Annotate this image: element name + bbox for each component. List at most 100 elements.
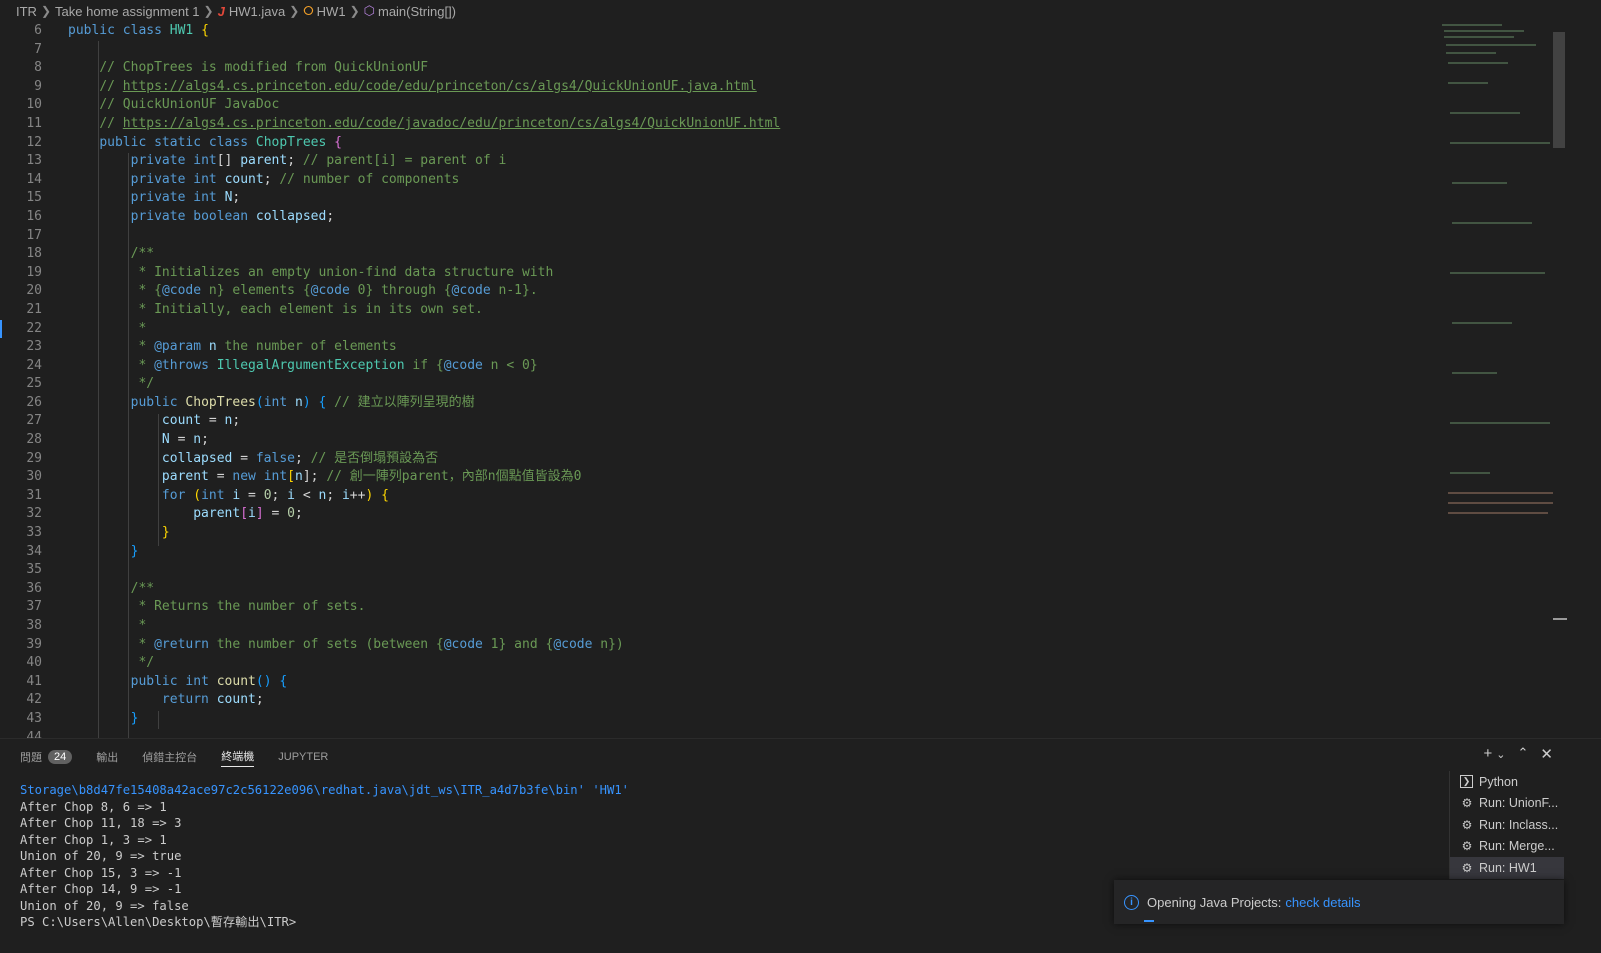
terminal-line: Storage\b8d47fe15408a42ace97c2c56122e096…: [20, 783, 630, 797]
code-line: // QuickUnionUF JavaDoc: [68, 96, 1428, 115]
code-token: collapsed: [255, 208, 327, 224]
terminal-line: After Chop 11, 18 => 3: [20, 816, 182, 830]
code-comment: [201, 339, 209, 354]
code-token: count: [161, 413, 202, 429]
chevron-right-icon: ❯: [40, 4, 52, 18]
maximize-panel-icon[interactable]: ⌃: [1518, 745, 1529, 763]
code-line: return count;: [68, 691, 1428, 710]
problems-count-badge: 24: [48, 750, 73, 764]
comment-link[interactable]: https://algs4.cs.princeton.edu/code/java…: [123, 116, 780, 131]
code-comment: *: [130, 636, 155, 652]
code-token: boolean: [193, 208, 249, 224]
code-token: int: [263, 394, 288, 410]
code-token: public: [99, 134, 147, 150]
tab-label: 輸出: [96, 752, 119, 764]
code-token: n: [193, 432, 202, 448]
code-comment: 1} and {: [482, 636, 554, 652]
code-token: N: [161, 432, 170, 448]
code-token: ;: [232, 413, 241, 429]
breadcrumb-item-folder[interactable]: Take home assignment 1: [55, 4, 200, 19]
code-comment: * {: [130, 283, 162, 299]
line-number: 36: [26, 580, 42, 596]
breadcrumb-item-file[interactable]: HW1.java: [229, 4, 285, 19]
code-token: ;: [295, 506, 303, 522]
code-token: {: [279, 673, 288, 689]
code-line: }: [68, 543, 1428, 562]
check-details-link[interactable]: check details: [1285, 895, 1360, 910]
code-line: /**: [68, 245, 1428, 264]
terminal-item-python[interactable]: ❯ Python: [1450, 771, 1564, 793]
class-icon: ⭘: [303, 3, 314, 18]
code-token: static: [154, 134, 202, 150]
panel-tabs: 問題 24 輸出 偵錯主控台 終端機 JUPYTER: [20, 747, 352, 767]
terminal-item-label: Run: Inclass...: [1479, 817, 1559, 832]
line-number: 15: [26, 190, 42, 206]
breadcrumb-item-method[interactable]: main(String[]): [378, 4, 456, 19]
terminal-item-run-inclass[interactable]: ⚙ Run: Inclass...: [1450, 814, 1564, 836]
info-icon: i: [1124, 894, 1139, 910]
code-comment: // 是否倒塌預設為否: [310, 450, 439, 466]
code-comment: * Initializes an empty union-find data s…: [130, 264, 554, 280]
tab-label: 偵錯主控台: [142, 752, 198, 764]
code-token: }: [161, 525, 170, 541]
editor-scrollbar[interactable]: [1553, 32, 1565, 148]
tab-output[interactable]: 輸出: [96, 749, 118, 765]
breadcrumb-item-class[interactable]: HW1: [317, 4, 346, 19]
minimap[interactable]: [1440, 22, 1553, 542]
terminal-item-run-hw1[interactable]: ⚙ Run: HW1: [1450, 857, 1564, 879]
breadcrumb: ITR ❯ Take home assignment 1 ❯ J HW1.jav…: [0, 0, 1601, 22]
debug-icon: ⚙: [1461, 860, 1473, 875]
tab-jupyter[interactable]: JUPYTER: [278, 751, 328, 763]
code-line: parent[i] = 0;: [68, 505, 1428, 524]
code-editor[interactable]: 6 7 8 9 10 11 12 13 14 15 16 17 18 19 20…: [0, 22, 1601, 752]
code-token: i: [287, 487, 295, 503]
code-token: {: [201, 23, 209, 38]
code-line: * Returns the number of sets.: [68, 598, 1428, 617]
line-number: 8: [34, 60, 42, 76]
terminal-item-run-merge[interactable]: ⚙ Run: Merge...: [1450, 836, 1564, 858]
code-comment: // 建立以陣列呈現的樹: [334, 394, 475, 410]
code-line: private int N;: [68, 189, 1428, 208]
terminal-item-label: Run: UnionF...: [1479, 796, 1559, 811]
close-panel-icon[interactable]: ✕: [1540, 745, 1553, 763]
line-number: 11: [26, 115, 42, 131]
breadcrumb-item-itr[interactable]: ITR: [16, 4, 37, 19]
line-number: 22: [26, 320, 42, 336]
code-token: int: [201, 487, 225, 503]
terminal-item-run-unionf[interactable]: ⚙ Run: UnionF...: [1450, 793, 1564, 815]
java-file-icon: J: [217, 3, 225, 19]
code-line: * {@code n} elements {@code 0} through {…: [68, 282, 1428, 301]
terminal-item-label: Run: Merge...: [1479, 839, 1555, 854]
code-token: IllegalArgumentException: [216, 357, 405, 373]
code-token: ): [302, 394, 311, 410]
code-token: int: [193, 171, 217, 187]
code-comment: * Returns the number of sets.: [130, 599, 366, 615]
code-token: =: [240, 487, 264, 503]
code-token: public: [130, 673, 178, 689]
code-line: * @param n the number of elements: [68, 338, 1428, 357]
code-token: for: [161, 487, 186, 503]
progress-indicator: [1144, 920, 1154, 922]
comment-link[interactable]: https://algs4.cs.princeton.edu/code/edu/…: [123, 79, 757, 94]
line-number: 6: [34, 23, 42, 38]
code-line: *: [68, 320, 1428, 339]
line-number: 18: [26, 246, 42, 262]
chevron-down-icon[interactable]: ⌄: [1496, 748, 1505, 763]
code-token: ;: [271, 487, 288, 503]
code-line: // ChopTrees is modified from QuickUnion…: [68, 59, 1428, 78]
tab-terminal[interactable]: 終端機: [221, 748, 255, 767]
code-token: return: [161, 692, 209, 708]
code-token: 0: [287, 506, 295, 522]
tab-debug-console[interactable]: 偵錯主控台: [142, 749, 197, 765]
tab-problems[interactable]: 問題 24: [20, 749, 73, 765]
add-terminal-icon[interactable]: +: [1484, 745, 1493, 763]
code-lines[interactable]: public class HW1 { // ChopTrees is modif…: [68, 22, 1428, 747]
code-comment: n} elements {: [201, 283, 311, 299]
code-token: ;: [255, 692, 264, 708]
toast-message: Opening Java Projects:: [1147, 894, 1282, 910]
code-line: // https://algs4.cs.princeton.edu/code/e…: [68, 78, 1428, 97]
line-number: 17: [26, 227, 42, 243]
code-line: }: [68, 710, 1428, 729]
debug-icon: ⚙: [1461, 796, 1473, 811]
line-number: 16: [26, 208, 42, 224]
